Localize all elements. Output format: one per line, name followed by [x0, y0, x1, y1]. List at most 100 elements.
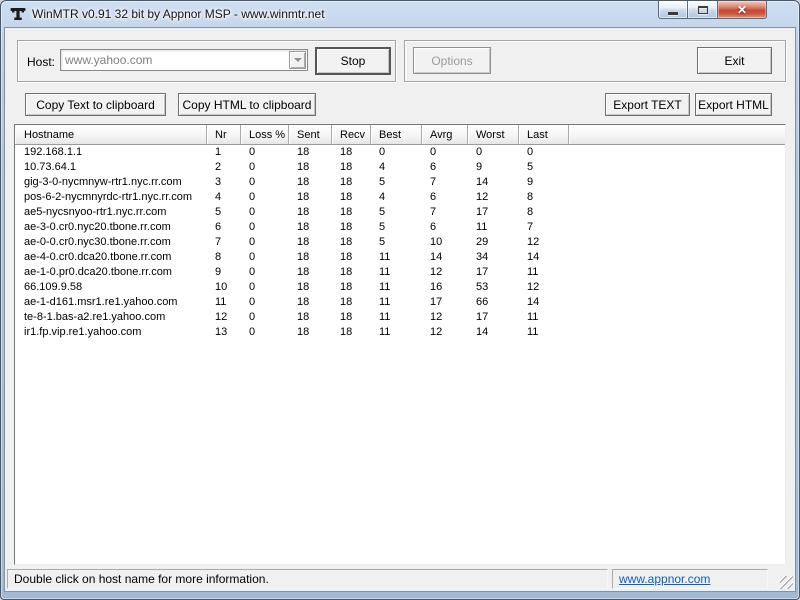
cell-worst: 29: [468, 235, 519, 250]
cell-avrg: 12: [422, 310, 468, 325]
title-bar[interactable]: WinMTR v0.91 32 bit by Appnor MSP - www.…: [1, 1, 799, 27]
column-header-nr[interactable]: Nr: [207, 125, 241, 145]
table-row[interactable]: ae-1-0.pr0.dca20.tbone.rr.com90181811121…: [15, 265, 785, 280]
table-row[interactable]: pos-6-2-nycmnyrdc-rtr1.nyc.rr.com4018184…: [15, 190, 785, 205]
cell-best: 0: [371, 145, 422, 160]
maximize-button[interactable]: [688, 1, 718, 19]
cell-worst: 17: [468, 205, 519, 220]
cell-sent: 18: [289, 205, 332, 220]
winmtr-app-icon[interactable]: [10, 7, 26, 21]
table-row[interactable]: ae-4-0.cr0.dca20.tbone.rr.com80181811143…: [15, 250, 785, 265]
trace-results-list[interactable]: HostnameNrLoss %SentRecvBestAvrgWorstLas…: [14, 124, 786, 565]
window-controls: ✕: [658, 1, 767, 19]
column-header-last[interactable]: Last: [519, 125, 569, 145]
cell-loss: 0: [241, 250, 289, 265]
cell-sent: 18: [289, 235, 332, 250]
cell-best: 4: [371, 190, 422, 205]
cell-nr: 4: [207, 190, 241, 205]
cell-worst: 12: [468, 190, 519, 205]
export-text-button[interactable]: Export TEXT: [605, 93, 690, 116]
cell-avrg: 10: [422, 235, 468, 250]
combobox-dropdown-button[interactable]: [289, 51, 306, 69]
cell-loss: 0: [241, 145, 289, 160]
appnor-link[interactable]: www.appnor.com: [619, 572, 710, 586]
cell-worst: 9: [468, 160, 519, 175]
cell-last: 12: [519, 235, 569, 250]
table-row[interactable]: 10.73.64.12018184695: [15, 160, 785, 175]
cell-recv: 18: [332, 235, 371, 250]
table-row[interactable]: gig-3-0-nycmnyw-rtr1.nyc.rr.com301818571…: [15, 175, 785, 190]
exit-button[interactable]: Exit: [697, 47, 772, 74]
cell-hostname: 192.168.1.1: [15, 145, 207, 160]
cell-hostname: 10.73.64.1: [15, 160, 207, 175]
column-header-hostname[interactable]: Hostname: [15, 125, 207, 145]
cell-recv: 18: [332, 325, 371, 340]
cell-avrg: 6: [422, 220, 468, 235]
cell-last: 11: [519, 325, 569, 340]
cell-sent: 18: [289, 220, 332, 235]
cell-nr: 8: [207, 250, 241, 265]
cell-recv: 18: [332, 175, 371, 190]
column-header-sent[interactable]: Sent: [289, 125, 332, 145]
column-header-loss[interactable]: Loss %: [241, 125, 289, 145]
cell-worst: 14: [468, 325, 519, 340]
cell-sent: 18: [289, 280, 332, 295]
copy-text-button[interactable]: Copy Text to clipboard: [25, 93, 166, 116]
status-message-pane: Double click on host name for more infor…: [7, 569, 608, 589]
cell-best: 5: [371, 175, 422, 190]
export-html-button[interactable]: Export HTML: [695, 93, 772, 116]
cell-nr: 13: [207, 325, 241, 340]
cell-last: 8: [519, 190, 569, 205]
cell-avrg: 7: [422, 205, 468, 220]
cell-recv: 18: [332, 220, 371, 235]
cell-last: 0: [519, 145, 569, 160]
stop-button[interactable]: Stop: [315, 47, 391, 75]
options-button: Options: [413, 47, 491, 74]
cell-last: 12: [519, 280, 569, 295]
cell-best: 11: [371, 310, 422, 325]
host-combobox[interactable]: www.yahoo.com: [60, 49, 308, 71]
cell-nr: 9: [207, 265, 241, 280]
cell-best: 11: [371, 250, 422, 265]
cell-best: 11: [371, 280, 422, 295]
cell-best: 11: [371, 325, 422, 340]
maximize-icon: [698, 6, 708, 14]
column-header-worst[interactable]: Worst: [468, 125, 519, 145]
cell-recv: 18: [332, 250, 371, 265]
client-area: Host: www.yahoo.com Stop Options Exit Co…: [4, 27, 796, 592]
table-row[interactable]: ae-1-d161.msr1.re1.yahoo.com110181811176…: [15, 295, 785, 310]
cell-recv: 18: [332, 145, 371, 160]
column-header-recv[interactable]: Recv: [332, 125, 371, 145]
table-row[interactable]: 66.109.9.58100181811165312: [15, 280, 785, 295]
table-row[interactable]: ae-3-0.cr0.nyc20.tbone.rr.com60181856117: [15, 220, 785, 235]
cell-hostname: ir1.fp.vip.re1.yahoo.com: [15, 325, 207, 340]
host-value[interactable]: www.yahoo.com: [65, 53, 285, 67]
column-header-best[interactable]: Best: [371, 125, 422, 145]
table-row[interactable]: ir1.fp.vip.re1.yahoo.com130181811121411: [15, 325, 785, 340]
minimize-button[interactable]: [658, 1, 688, 19]
resize-grip[interactable]: [780, 576, 793, 589]
table-row[interactable]: ae-0-0.cr0.nyc30.tbone.rr.com70181851029…: [15, 235, 785, 250]
winmtr-window: WinMTR v0.91 32 bit by Appnor MSP - www.…: [0, 0, 800, 600]
cell-best: 5: [371, 220, 422, 235]
cell-avrg: 0: [422, 145, 468, 160]
cell-avrg: 12: [422, 265, 468, 280]
cell-hostname: ae-4-0.cr0.dca20.tbone.rr.com: [15, 250, 207, 265]
column-header-filler: [569, 125, 785, 145]
column-header-avrg[interactable]: Avrg: [422, 125, 468, 145]
cell-worst: 34: [468, 250, 519, 265]
table-row[interactable]: ae5-nycsnyoo-rtr1.nyc.rr.com50181857178: [15, 205, 785, 220]
cell-recv: 18: [332, 265, 371, 280]
cell-hostname: gig-3-0-nycmnyw-rtr1.nyc.rr.com: [15, 175, 207, 190]
close-button[interactable]: ✕: [718, 1, 767, 19]
cell-worst: 17: [468, 265, 519, 280]
cell-nr: 6: [207, 220, 241, 235]
status-message: Double click on host name for more infor…: [14, 572, 269, 586]
cell-sent: 18: [289, 265, 332, 280]
cell-hostname: 66.109.9.58: [15, 280, 207, 295]
table-row[interactable]: te-8-1.bas-a2.re1.yahoo.com1201818111217…: [15, 310, 785, 325]
table-row[interactable]: 192.168.1.11018180000: [15, 145, 785, 160]
cell-nr: 10: [207, 280, 241, 295]
copy-html-button[interactable]: Copy HTML to clipboard: [178, 93, 316, 116]
cell-loss: 0: [241, 310, 289, 325]
